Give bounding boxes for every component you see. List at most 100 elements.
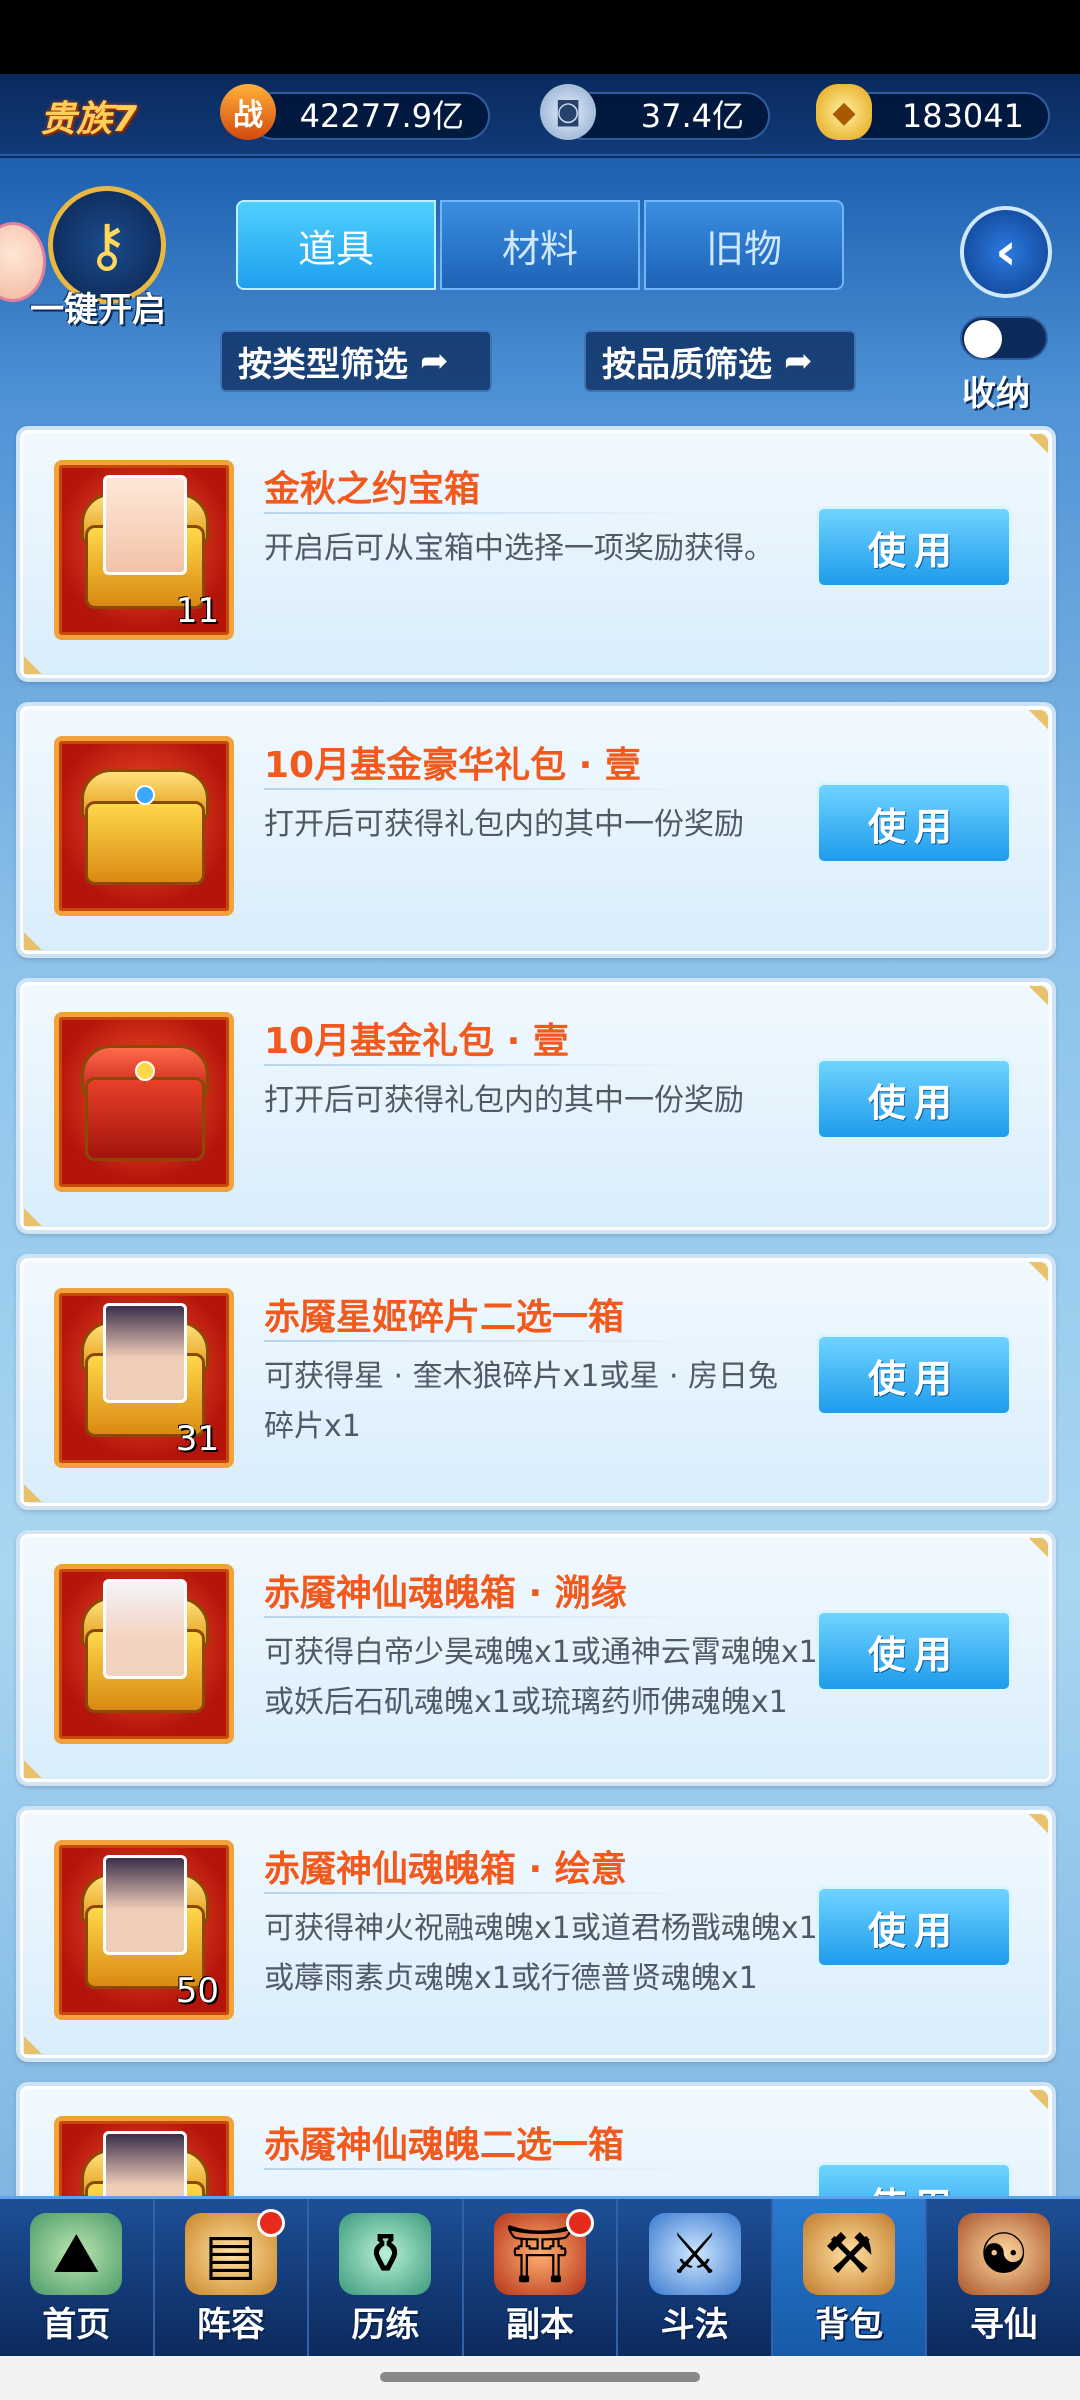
use-button[interactable]: 使用 [816,1886,1012,1968]
collect-toggle[interactable] [960,316,1048,360]
toggle-knob [964,320,1002,358]
hero-portrait [103,1579,187,1679]
power-icon: 战 [220,84,276,140]
status-bar [0,0,1080,74]
nav-training[interactable]: ⚱ 历练 [309,2199,464,2356]
item-card: 10月基金礼包 · 壹 打开后可获得礼包内的其中一份奖励 使用 [16,978,1056,1234]
filter-by-type-label: 按类型筛选 [238,344,408,385]
nav-label: 首页 [42,2305,111,2345]
chest-portrait-icon[interactable]: 31 [54,1288,234,1468]
hero-portrait [103,2131,187,2196]
collect-label: 收纳 [962,374,1030,414]
item-count: 31 [175,1419,219,1459]
chest-portrait-icon[interactable] [54,1564,234,1744]
filter-by-type-button[interactable]: 按类型筛选 ➦ [220,330,492,392]
corner-ornament [988,1262,1048,1322]
corner-ornament [988,1814,1048,1874]
gold-value: 183041 [901,97,1024,135]
back-arrow-icon: ‹ [995,222,1017,282]
chest-portrait-icon[interactable] [54,2116,234,2196]
notification-dot [566,2209,595,2237]
item-name: 10月基金豪华礼包 · 壹 [264,745,641,786]
home-indicator[interactable] [380,2372,700,2382]
one-key-open-button[interactable]: ⚷ 一键开启 [0,182,190,330]
nav-label: 寻仙 [969,2305,1038,2345]
item-name: 赤魇神仙魂魄箱 · 绘意 [264,1849,627,1890]
power-pill: 42277.9亿 [250,92,490,140]
item-description: 打开后可获得礼包内的其中一份奖励 [264,1083,744,1118]
chest-portrait-icon[interactable]: 11 [54,460,234,640]
battle-icon: ⚔ [648,2213,741,2295]
seek-immortal-icon: ☯ [957,2213,1050,2295]
item-name: 10月基金礼包 · 壹 [264,1021,569,1062]
nav-label: 背包 [815,2305,884,2345]
nav-label: 副本 [506,2305,575,2345]
item-list: 11 金秋之约宝箱 开启后可从宝箱中选择一项奖励获得。 使用 10月基金豪华礼包… [16,426,1056,2196]
coin-icon: ◙ [540,84,596,140]
item-name: 赤魇神仙魂魄二选一箱 [264,2125,625,2166]
chest-portrait-icon[interactable]: 50 [54,1840,234,2020]
item-card: 50 赤魇神仙魂魄箱 · 绘意 可获得神火祝融魂魄x1或道君杨戬魂魄x1或蓐雨素… [16,1806,1056,2062]
corner-ornament [988,2090,1048,2150]
tab-old-items[interactable]: 旧物 [644,200,844,290]
bottom-nav: ⛰ 首页 ▤ 阵容 ⚱ 历练 ⛩ 副本 ⚔ 斗法 ⚒ 背包 ☯ 寻仙 [0,2196,1080,2356]
use-button[interactable]: 使用 [816,506,1012,588]
item-name: 赤魇星姬碎片二选一箱 [264,1297,625,1338]
nav-bag[interactable]: ⚒ 背包 [772,2199,928,2356]
item-count: 11 [175,591,219,631]
one-key-open-label: 一键开启 [30,290,166,330]
nav-label: 阵容 [196,2305,265,2345]
bag-panel: ⚷ 一键开启 道具 材料 旧物 ‹ 按类型筛选 ➦ 按品质筛选 ➦ 收纳 11 … [0,158,1080,2196]
red-gold-chest-icon[interactable] [54,1012,234,1192]
hero-portrait [103,1855,187,1955]
use-button[interactable]: 使用 [816,1610,1012,1692]
corner-ornament [988,434,1048,494]
nav-battle[interactable]: ⚔ 斗法 [618,2199,773,2356]
training-icon: ⚱ [339,2213,432,2295]
tab-materials[interactable]: 材料 [440,200,640,290]
nav-label: 历练 [351,2305,420,2345]
back-button[interactable]: ‹ [960,206,1052,298]
item-count: 50 [175,1971,219,2011]
coins-value: 37.4亿 [640,97,744,135]
arrow-icon: ➦ [420,341,449,381]
bag-icon: ⚒ [803,2213,896,2295]
use-button[interactable]: 使用 [816,2162,1012,2196]
use-button[interactable]: 使用 [816,782,1012,864]
item-description: 打开后可获得礼包内的其中一份奖励 [264,807,744,842]
nav-label: 斗法 [660,2305,729,2345]
home-icon: ⛰ [30,2213,123,2295]
notification-dot [257,2209,286,2237]
item-card: 赤魇神仙魂魄二选一箱 使用 [16,2082,1056,2196]
item-card: 11 金秋之约宝箱 开启后可从宝箱中选择一项奖励获得。 使用 [16,426,1056,682]
power-value: 42277.9亿 [299,97,464,135]
nav-seek-immortal[interactable]: ☯ 寻仙 [927,2199,1080,2356]
nav-dungeon[interactable]: ⛩ 副本 [464,2199,619,2356]
item-card: 31 赤魇星姬碎片二选一箱 可获得星 · 奎木狼碎片x1或星 · 房日兔碎片x1… [16,1254,1056,1510]
filter-by-quality-button[interactable]: 按品质筛选 ➦ [584,330,856,392]
item-card: 赤魇神仙魂魄箱 · 溯缘 可获得白帝少昊魂魄x1或通神云霄魂魄x1或妖后石矶魂魄… [16,1530,1056,1786]
item-description: 可获得星 · 奎木狼碎片x1或星 · 房日兔碎片x1 [264,1359,779,1444]
use-button[interactable]: 使用 [816,1058,1012,1140]
arrow-icon: ➦ [784,341,813,381]
item-description: 可获得神火祝融魂魄x1或道君杨戬魂魄x1或蓐雨素贞魂魄x1或行德普贤魂魄x1 [264,1911,818,1996]
filter-by-quality-label: 按品质筛选 [602,344,772,385]
gold-ingot-icon: ◆ [816,84,872,140]
hero-portrait [103,475,187,575]
resource-bar: 贵族7 42277.9亿 战 37.4亿 ◙ 183041 ◆ [0,74,1080,156]
use-button[interactable]: 使用 [816,1334,1012,1416]
category-tabs: 道具 材料 旧物 [236,200,844,290]
corner-ornament [988,710,1048,770]
corner-ornament [988,986,1048,1046]
nav-lineup[interactable]: ▤ 阵容 [155,2199,310,2356]
corner-ornament [988,1538,1048,1598]
item-name: 赤魇神仙魂魄箱 · 溯缘 [264,1573,627,1614]
nav-home[interactable]: ⛰ 首页 [0,2199,155,2356]
gold-chest-icon[interactable] [54,736,234,916]
item-description: 可获得白帝少昊魂魄x1或通神云霄魂魄x1或妖后石矶魂魄x1或琉璃药师佛魂魄x1 [264,1635,818,1720]
gesture-area [0,2356,1080,2400]
item-description: 开启后可从宝箱中选择一项奖励获得。 [264,531,774,566]
item-card: 10月基金豪华礼包 · 壹 打开后可获得礼包内的其中一份奖励 使用 [16,702,1056,958]
item-name: 金秋之约宝箱 [264,469,481,510]
tab-items[interactable]: 道具 [236,200,436,290]
